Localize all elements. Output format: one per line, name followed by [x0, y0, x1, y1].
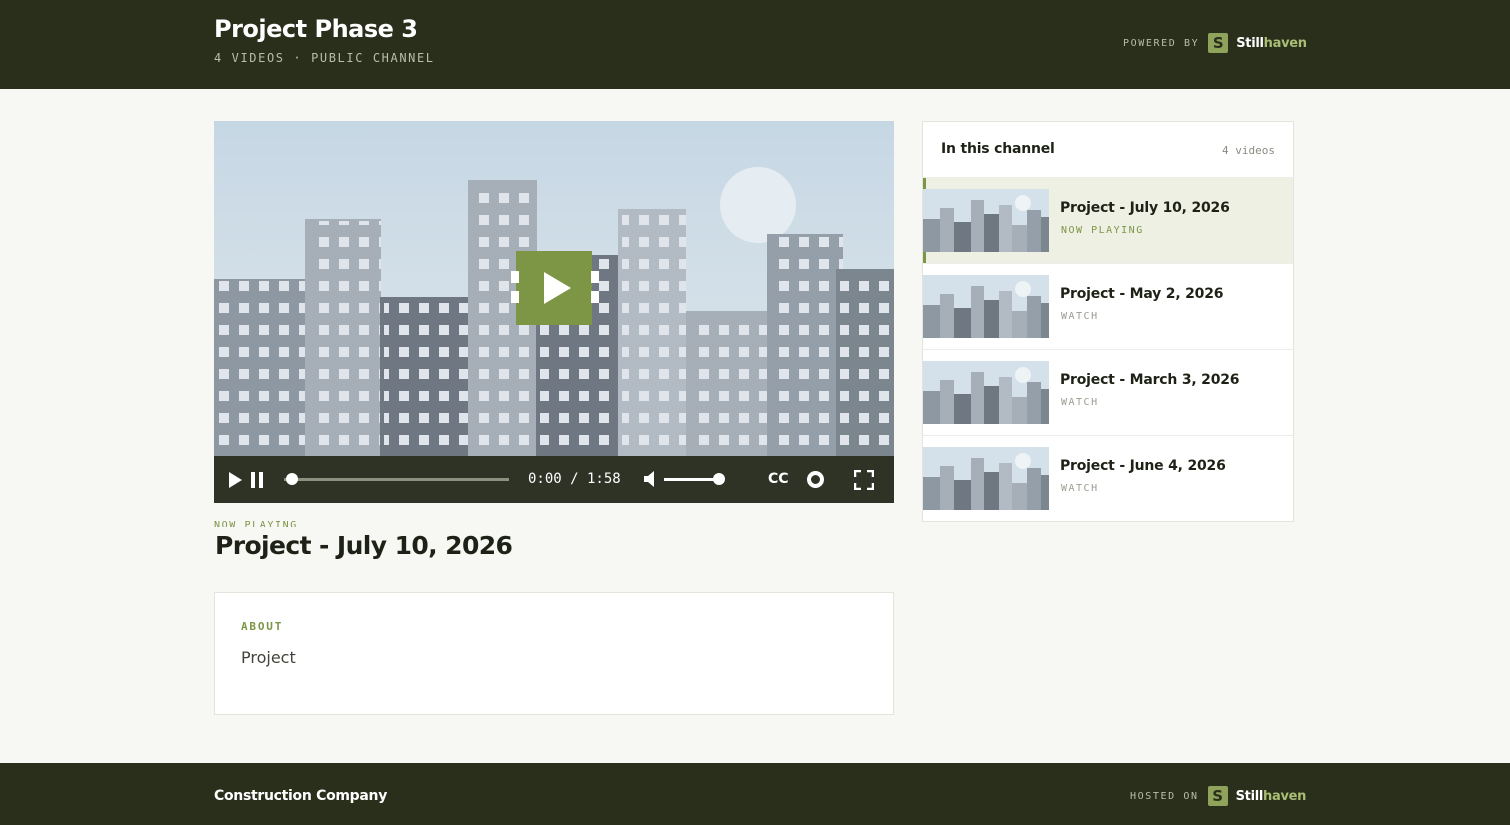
brand-name-second: haven [1263, 788, 1307, 804]
channel-playlist: In this channel 4 videos Project - July … [922, 121, 1294, 522]
brand-name-first: Still [1235, 788, 1264, 804]
pause-icon[interactable] [251, 472, 263, 488]
playlist-item[interactable]: Project - July 10, 2026 NOW PLAYING [923, 177, 1293, 264]
site-footer: Construction Company HOSTED ON S Still ha… [0, 763, 1510, 825]
play-icon [543, 272, 571, 304]
play-icon[interactable] [229, 472, 242, 488]
video-thumbnail [923, 361, 1049, 424]
channel-subtitle: 4 VIDEOS · PUBLIC CHANNEL [214, 51, 435, 65]
playlist-item[interactable]: Project - June 4, 2026 WATCH [923, 435, 1293, 521]
playlist-item-status: WATCH [1061, 397, 1099, 408]
hosted-on[interactable]: HOSTED ON S Still haven [1130, 786, 1306, 806]
stillhaven-logo-icon: S [1207, 786, 1228, 806]
site-header: Project Phase 3 4 VIDEOS · PUBLIC CHANNE… [0, 0, 1510, 89]
playlist-heading: In this channel [941, 141, 1055, 157]
about-heading: ABOUT [241, 620, 284, 633]
playlist-item-title: Project - March 3, 2026 [1060, 372, 1240, 388]
player-controls: 0:00 / 1:58 CC [214, 456, 894, 503]
play-corner-mark [591, 291, 599, 303]
play-corner-mark [511, 291, 519, 303]
company-name: Construction Company [214, 788, 388, 804]
playlist-item-status: WATCH [1061, 483, 1099, 494]
now-playing-label: NOW PLAYING [214, 520, 298, 527]
powered-by-label: POWERED BY [1123, 37, 1200, 49]
stillhaven-logo-icon: S [1208, 33, 1229, 53]
big-play-button[interactable] [511, 251, 599, 325]
playlist-item-status: WATCH [1061, 311, 1099, 322]
video-title: Project - July 10, 2026 [215, 531, 513, 560]
video-thumbnail [923, 189, 1049, 252]
seek-bar[interactable] [284, 473, 509, 485]
volume-slider[interactable] [664, 473, 725, 485]
play-corner-mark [591, 271, 599, 283]
brand-name-first: Still [1236, 35, 1264, 51]
play-corner-mark [511, 271, 519, 283]
fullscreen-icon[interactable] [854, 470, 874, 490]
captions-button[interactable]: CC [768, 471, 789, 487]
volume-icon[interactable] [644, 471, 658, 487]
settings-icon[interactable] [807, 471, 824, 488]
video-player[interactable]: 0:00 / 1:58 CC [214, 121, 894, 503]
volume-handle[interactable] [713, 473, 725, 485]
video-thumbnail [923, 275, 1049, 338]
playlist-item-status: NOW PLAYING [1061, 225, 1144, 236]
playlist-item[interactable]: Project - May 2, 2026 WATCH [923, 263, 1293, 349]
playlist-item-title: Project - June 4, 2026 [1060, 458, 1226, 474]
playlist-count: 4 videos [1222, 144, 1275, 157]
seek-handle[interactable] [286, 473, 298, 485]
about-text: Project [241, 648, 296, 667]
hosted-on-label: HOSTED ON [1130, 790, 1199, 802]
time-display: 0:00 / 1:58 [528, 471, 621, 487]
channel-title: Project Phase 3 [214, 15, 418, 43]
powered-by[interactable]: POWERED BY S Still haven [1123, 33, 1307, 53]
video-thumbnail [923, 447, 1049, 510]
brand-name-second: haven [1263, 35, 1307, 51]
playlist-item-title: Project - July 10, 2026 [1060, 200, 1230, 216]
playlist-item-title: Project - May 2, 2026 [1060, 286, 1224, 302]
about-panel: ABOUT Project [214, 592, 894, 715]
playlist-header: In this channel 4 videos [923, 122, 1293, 177]
playlist-item[interactable]: Project - March 3, 2026 WATCH [923, 349, 1293, 435]
